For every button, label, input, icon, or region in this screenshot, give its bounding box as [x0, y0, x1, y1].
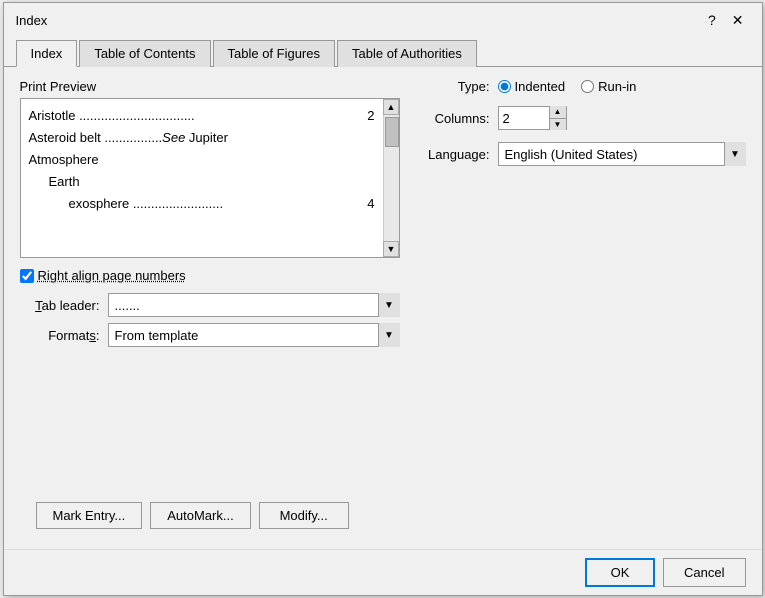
type-field: Type: Indented Run-in — [420, 79, 746, 94]
form-rows: Tab leader: ....... ------ ______ (none)… — [20, 293, 400, 347]
tab-index[interactable]: Index — [16, 40, 78, 67]
scroll-track[interactable] — [384, 115, 399, 241]
columns-increment[interactable]: ▲ — [550, 106, 566, 119]
formats-label: Formats: — [20, 328, 100, 343]
indented-option[interactable]: Indented — [498, 79, 566, 94]
mark-entry-button[interactable]: Mark Entry... — [36, 502, 143, 529]
spinner-buttons: ▲ ▼ — [549, 106, 566, 130]
type-label: Type: — [420, 79, 490, 94]
main-area: Print Preview Aristotle ................… — [20, 79, 746, 494]
tab-leader-row: Tab leader: ....... ------ ______ (none)… — [20, 293, 400, 317]
automark-button[interactable]: AutoMark... — [150, 502, 250, 529]
modify-button[interactable]: Modify... — [259, 502, 349, 529]
runin-option[interactable]: Run-in — [581, 79, 636, 94]
type-radio-group: Indented Run-in — [498, 79, 637, 94]
tab-table-of-authorities[interactable]: Table of Authorities — [337, 40, 477, 67]
right-align-checkbox[interactable] — [20, 269, 34, 283]
preview-line-3: Atmosphere — [29, 149, 375, 171]
dialog-content: Print Preview Aristotle ................… — [4, 67, 762, 549]
scroll-down-arrow[interactable]: ▼ — [383, 241, 399, 257]
columns-spinner: ▲ ▼ — [498, 106, 567, 130]
language-select[interactable]: English (United States) English (United … — [498, 142, 746, 166]
preview-box: Aristotle ..............................… — [20, 98, 400, 258]
action-buttons: Mark Entry... AutoMark... Modify... — [20, 494, 746, 537]
scroll-thumb[interactable] — [385, 117, 399, 147]
index-dialog: Index ? ✕ Index Table of Contents Table … — [3, 2, 763, 596]
tab-bar: Index Table of Contents Table of Figures… — [4, 33, 762, 67]
close-button[interactable]: ✕ — [726, 11, 750, 29]
formats-select-wrapper: From template Classic Fancy Modern Bulle… — [108, 323, 400, 347]
tab-table-of-contents[interactable]: Table of Contents — [79, 40, 210, 67]
formats-select[interactable]: From template Classic Fancy Modern Bulle… — [108, 323, 400, 347]
ok-button[interactable]: OK — [585, 558, 655, 587]
tab-leader-select[interactable]: ....... ------ ______ (none) — [108, 293, 400, 317]
dialog-title: Index — [16, 13, 48, 28]
runin-radio[interactable] — [581, 80, 594, 93]
preview-line-2: Asteroid belt ................See Jupite… — [29, 127, 375, 149]
columns-field: Columns: ▲ ▼ — [420, 106, 746, 130]
preview-line-4: Earth — [29, 171, 375, 193]
cancel-button[interactable]: Cancel — [663, 558, 745, 587]
right-align-row: Right align page numbers — [20, 268, 400, 283]
language-select-wrapper: English (United States) English (United … — [498, 142, 746, 166]
columns-label: Columns: — [420, 111, 490, 126]
language-field: Language: English (United States) Englis… — [420, 142, 746, 166]
tab-leader-select-wrapper: ....... ------ ______ (none) ▼ — [108, 293, 400, 317]
indented-radio[interactable] — [498, 80, 511, 93]
preview-content: Aristotle ..............................… — [21, 99, 383, 257]
tab-leader-label: Tab leader: — [20, 298, 100, 313]
preview-line-1: Aristotle ..............................… — [29, 105, 375, 127]
right-align-label[interactable]: Right align page numbers — [38, 268, 186, 283]
columns-decrement[interactable]: ▼ — [550, 119, 566, 131]
preview-scrollbar[interactable]: ▲ ▼ — [383, 99, 399, 257]
title-bar-controls: ? ✕ — [702, 11, 750, 29]
preview-label: Print Preview — [20, 79, 400, 94]
tab-table-of-figures[interactable]: Table of Figures — [213, 40, 336, 67]
title-bar: Index ? ✕ — [4, 3, 762, 33]
preview-line-5: exosphere ......................... 4 — [29, 193, 375, 215]
left-panel: Print Preview Aristotle ................… — [20, 79, 400, 494]
right-panel: Type: Indented Run-in Columns: — [420, 79, 746, 494]
columns-input[interactable] — [499, 107, 549, 129]
language-label: Language: — [420, 147, 490, 162]
help-button[interactable]: ? — [702, 11, 722, 29]
dialog-footer: OK Cancel — [4, 549, 762, 595]
scroll-up-arrow[interactable]: ▲ — [383, 99, 399, 115]
formats-row: Formats: From template Classic Fancy Mod… — [20, 323, 400, 347]
